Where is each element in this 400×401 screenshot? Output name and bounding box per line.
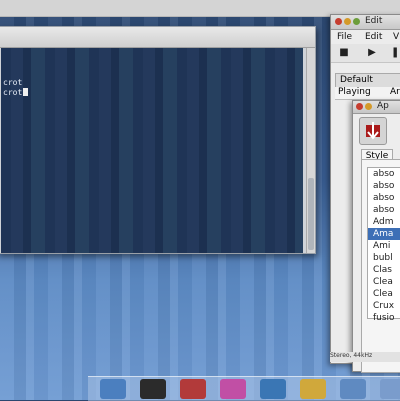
style-list-item[interactable]: Ami [368, 240, 400, 252]
minimize-icon[interactable] [344, 18, 351, 25]
terminal-icon[interactable] [140, 379, 166, 399]
play-icon[interactable]: ▶ [365, 46, 379, 60]
menu-file[interactable]: File [337, 32, 352, 42]
terminal-body[interactable]: crot crot [1, 48, 303, 253]
style-list-item[interactable]: abso [368, 180, 400, 192]
scrollbar-thumb[interactable] [308, 178, 314, 250]
appearance-dialog[interactable]: Ap Style abso abso abso abso Adm Ama Ami bubl Cl… [352, 100, 400, 373]
style-list[interactable]: abso abso abso abso Adm Ama Ami bubl Clas Clea Cle… [367, 167, 400, 323]
style-list-item[interactable]: abso [368, 168, 400, 180]
style-list-item[interactable]: abso [368, 192, 400, 204]
close-icon[interactable] [356, 103, 363, 110]
terminal-scrollbar[interactable] [306, 48, 315, 253]
style-list-item[interactable]: Clas [368, 264, 400, 276]
style-list-item[interactable]: abso [368, 204, 400, 216]
tab-label: Default [340, 75, 373, 85]
status-bar: Stereo, 44kHz [330, 352, 400, 362]
game-icon[interactable] [180, 379, 206, 399]
terminal-line-text: crot [3, 88, 23, 97]
style-list-item[interactable]: bubl [368, 252, 400, 264]
chat-icon[interactable] [220, 379, 246, 399]
appearance-icon [359, 117, 387, 145]
pause-icon[interactable]: ❚❚ [391, 46, 400, 60]
stop-icon[interactable]: ■ [337, 46, 351, 60]
terminal-titlebar[interactable] [0, 27, 315, 48]
tool-icon[interactable] [380, 379, 400, 399]
column-artist[interactable]: Ar [390, 87, 400, 97]
column-playing[interactable]: Playing [338, 87, 371, 97]
audacious-titlebar[interactable]: Edit [331, 15, 400, 30]
terminal-line: crot [3, 88, 29, 97]
menu-view[interactable]: V [393, 32, 399, 42]
terminal-line: crot [3, 78, 22, 87]
dock [88, 376, 400, 401]
window-title: Edit [365, 16, 383, 26]
terminal-line-text: crot [3, 78, 23, 87]
pen-icon[interactable] [340, 379, 366, 399]
close-icon[interactable] [335, 18, 342, 25]
maximize-icon[interactable] [353, 18, 360, 25]
style-list-item[interactable]: Clea [368, 276, 400, 288]
dialog-title: Ap [377, 101, 389, 111]
style-list-item[interactable]: Crux [368, 300, 400, 312]
cursor [23, 88, 29, 96]
style-list-item[interactable]: fusio [368, 312, 400, 324]
appearance-titlebar[interactable]: Ap [353, 101, 400, 114]
toolbar: ■ ▶ ❚❚ [331, 44, 400, 63]
style-list-item[interactable]: Ama [368, 228, 400, 240]
style-list-item[interactable]: Clea [368, 288, 400, 300]
style-list-item[interactable]: Adm [368, 216, 400, 228]
menu-edit[interactable]: Edit [365, 32, 382, 42]
minimize-icon[interactable] [365, 103, 372, 110]
scanner-icon[interactable] [300, 379, 326, 399]
menubar: File Edit V [331, 30, 400, 44]
finder-icon[interactable] [100, 379, 126, 399]
mail-icon[interactable] [260, 379, 286, 399]
terminal-window[interactable]: crot crot [0, 26, 316, 254]
